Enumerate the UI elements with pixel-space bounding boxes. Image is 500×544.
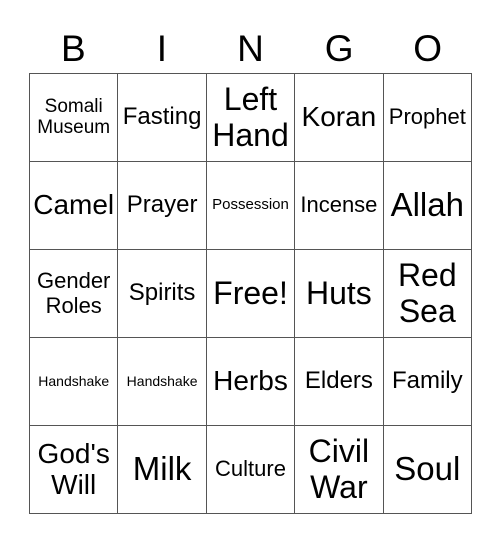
bingo-cell[interactable]: Huts: [295, 250, 384, 338]
bingo-cell[interactable]: Family: [383, 338, 472, 426]
bingo-grid: Somali Museum Fasting Left Hand Koran Pr…: [29, 73, 472, 514]
bingo-cell[interactable]: Soul: [383, 426, 472, 514]
bingo-cell[interactable]: Civil War: [295, 426, 384, 514]
header-letter-b: B: [60, 28, 86, 69]
bingo-cell[interactable]: Elders: [295, 338, 384, 426]
free-space-cell[interactable]: Free!: [206, 250, 296, 338]
bingo-cell[interactable]: Prayer: [118, 162, 207, 250]
bingo-cell[interactable]: God's Will: [30, 426, 119, 514]
bingo-cell[interactable]: Camel: [30, 162, 119, 250]
bingo-cell[interactable]: Incense: [295, 162, 384, 250]
bingo-cell[interactable]: Possession: [206, 162, 296, 250]
bingo-cell[interactable]: Fasting: [118, 74, 207, 162]
bingo-cell[interactable]: Allah: [383, 162, 472, 250]
bingo-cell[interactable]: Milk: [118, 426, 207, 514]
bingo-cell[interactable]: Culture: [206, 426, 296, 514]
bingo-cell[interactable]: Spirits: [118, 250, 207, 338]
header-letter-n: N: [237, 28, 264, 69]
bingo-cell[interactable]: Gender Roles: [30, 250, 119, 338]
bingo-cell[interactable]: Red Sea: [383, 250, 472, 338]
bingo-cell[interactable]: Prophet: [383, 74, 472, 162]
bingo-cell[interactable]: Left Hand: [206, 74, 296, 162]
bingo-header: B I N G O: [29, 26, 472, 72]
header-letter-o: O: [413, 28, 443, 69]
bingo-cell[interactable]: Koran: [295, 74, 384, 162]
bingo-cell[interactable]: Handshake: [118, 338, 207, 426]
header-letter-g: G: [324, 28, 354, 69]
bingo-cell[interactable]: Somali Museum: [30, 74, 119, 162]
bingo-cell[interactable]: Herbs: [206, 338, 296, 426]
header-letter-i: I: [156, 28, 168, 69]
bingo-cell[interactable]: Handshake: [30, 338, 119, 426]
